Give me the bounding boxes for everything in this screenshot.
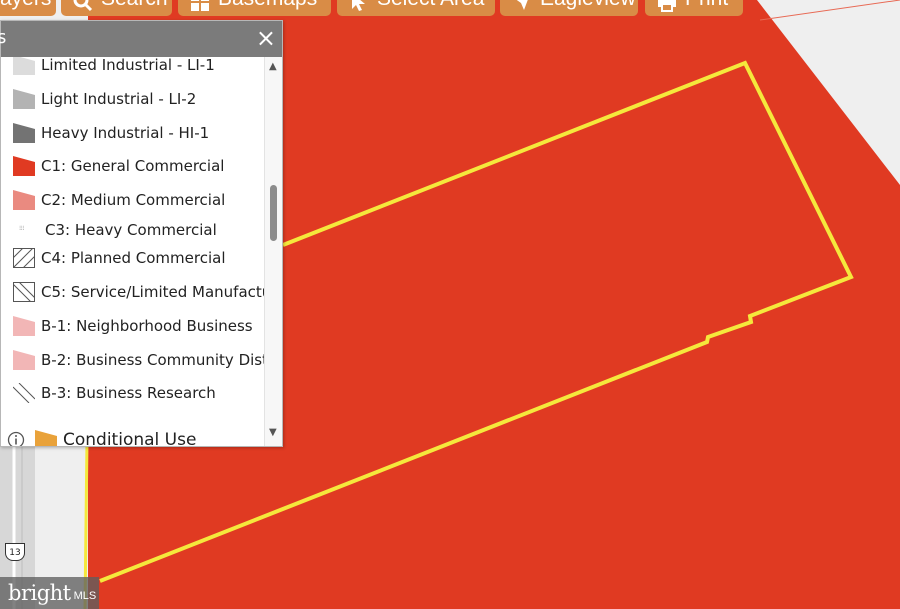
select-area-button[interactable]: Select Area bbox=[337, 0, 495, 16]
legend-header: s × bbox=[0, 21, 282, 57]
legend-item-label: Heavy Industrial - HI-1 bbox=[41, 124, 210, 142]
swatch-pink-icon bbox=[13, 316, 35, 336]
legend-item-hi1[interactable]: Heavy Industrial - HI-1 bbox=[13, 122, 209, 144]
search-button[interactable]: Search bbox=[61, 0, 172, 16]
swatch-dark-gray-icon bbox=[13, 123, 35, 143]
legend-item-c5[interactable]: C5: Service/Limited Manufactur bbox=[13, 281, 265, 303]
legend-item-label: B-1: Neighborhood Business bbox=[41, 317, 253, 335]
scroll-down-icon[interactable]: ▼ bbox=[269, 427, 277, 438]
print-button-label: Print bbox=[685, 0, 728, 16]
basemaps-icon bbox=[190, 0, 210, 11]
bright-mls-watermark: bright MLS bbox=[0, 577, 99, 609]
layers-button-label: ayers bbox=[0, 0, 51, 16]
legend-item-label: B-2: Business Community Distri bbox=[41, 351, 265, 369]
legend-item-b2[interactable]: B-2: Business Community Distri bbox=[13, 349, 265, 371]
legend-item-c3[interactable]: C3: Heavy Commercial bbox=[19, 219, 217, 241]
legend-item-b3[interactable]: B-3: Business Research bbox=[13, 382, 216, 404]
legend-group-conditional-use[interactable]: Conditional Use bbox=[7, 429, 196, 446]
swatch-pink-icon bbox=[13, 350, 35, 370]
legend-item-li2[interactable]: Light Industrial - LI-2 bbox=[13, 88, 196, 110]
layers-button[interactable]: ayers bbox=[0, 0, 56, 16]
route-shield-icon: 13 bbox=[5, 543, 25, 561]
select-area-button-label: Select Area bbox=[377, 0, 484, 16]
legend-scrollbar[interactable]: ▲ ▼ bbox=[264, 57, 282, 446]
swatch-red-icon bbox=[13, 156, 35, 176]
swatch-light-gray-icon bbox=[13, 57, 35, 75]
legend-item-label: Light Industrial - LI-2 bbox=[41, 90, 197, 108]
legend-item-label: C1: General Commercial bbox=[41, 157, 225, 175]
search-icon bbox=[73, 0, 93, 12]
print-icon bbox=[657, 0, 677, 12]
eagleview-button[interactable]: Eagleview bbox=[500, 0, 638, 16]
legend-item-label: C4: Planned Commercial bbox=[41, 249, 226, 267]
legend-item-b1[interactable]: B-1: Neighborhood Business bbox=[13, 315, 253, 337]
legend-item-c2[interactable]: C2: Medium Commercial bbox=[13, 189, 225, 211]
legend-item-c4[interactable]: C4: Planned Commercial bbox=[13, 247, 226, 269]
swatch-hatch-diag-icon bbox=[13, 383, 35, 403]
search-button-label: Search bbox=[101, 0, 168, 16]
watermark-brand: bright bbox=[8, 581, 71, 605]
legend-item-label: Limited Industrial - LI-1 bbox=[41, 57, 215, 74]
swatch-salmon-icon bbox=[13, 190, 35, 210]
legend-item-label: C5: Service/Limited Manufactur bbox=[41, 283, 265, 301]
legend-item-label: C2: Medium Commercial bbox=[41, 191, 226, 209]
cursor-icon bbox=[349, 0, 369, 11]
basemaps-button-label: Basemaps bbox=[218, 0, 317, 16]
swatch-dots-icon bbox=[19, 225, 24, 230]
legend-item-li1[interactable]: Limited Industrial - LI-1 bbox=[13, 57, 215, 76]
legend-item-c1[interactable]: C1: General Commercial bbox=[13, 155, 224, 177]
legend-item-label: C3: Heavy Commercial bbox=[45, 221, 217, 239]
swatch-hatch-sparse-icon bbox=[13, 282, 35, 302]
swatch-orange-icon bbox=[35, 430, 57, 446]
swatch-hatch-icon bbox=[13, 248, 35, 268]
legend-group-label: Conditional Use bbox=[63, 430, 197, 446]
watermark-suffix: MLS bbox=[73, 589, 97, 602]
scroll-thumb[interactable] bbox=[270, 185, 277, 241]
swatch-gray-icon bbox=[13, 89, 35, 109]
eagleview-button-label: Eagleview bbox=[540, 0, 636, 16]
legend-panel: s × Limited Industrial - LI-1 Light Indu… bbox=[0, 20, 283, 447]
scroll-up-icon[interactable]: ▲ bbox=[269, 61, 277, 72]
close-icon[interactable]: × bbox=[256, 24, 276, 52]
info-icon[interactable] bbox=[7, 431, 25, 446]
legend-item-label: B-3: Business Research bbox=[41, 384, 216, 402]
legend-list[interactable]: Limited Industrial - LI-1 Light Industri… bbox=[1, 57, 265, 446]
basemaps-button[interactable]: Basemaps bbox=[178, 0, 331, 16]
print-button[interactable]: Print bbox=[645, 0, 743, 16]
legend-title: s bbox=[0, 27, 7, 48]
eagleview-icon bbox=[512, 0, 532, 10]
